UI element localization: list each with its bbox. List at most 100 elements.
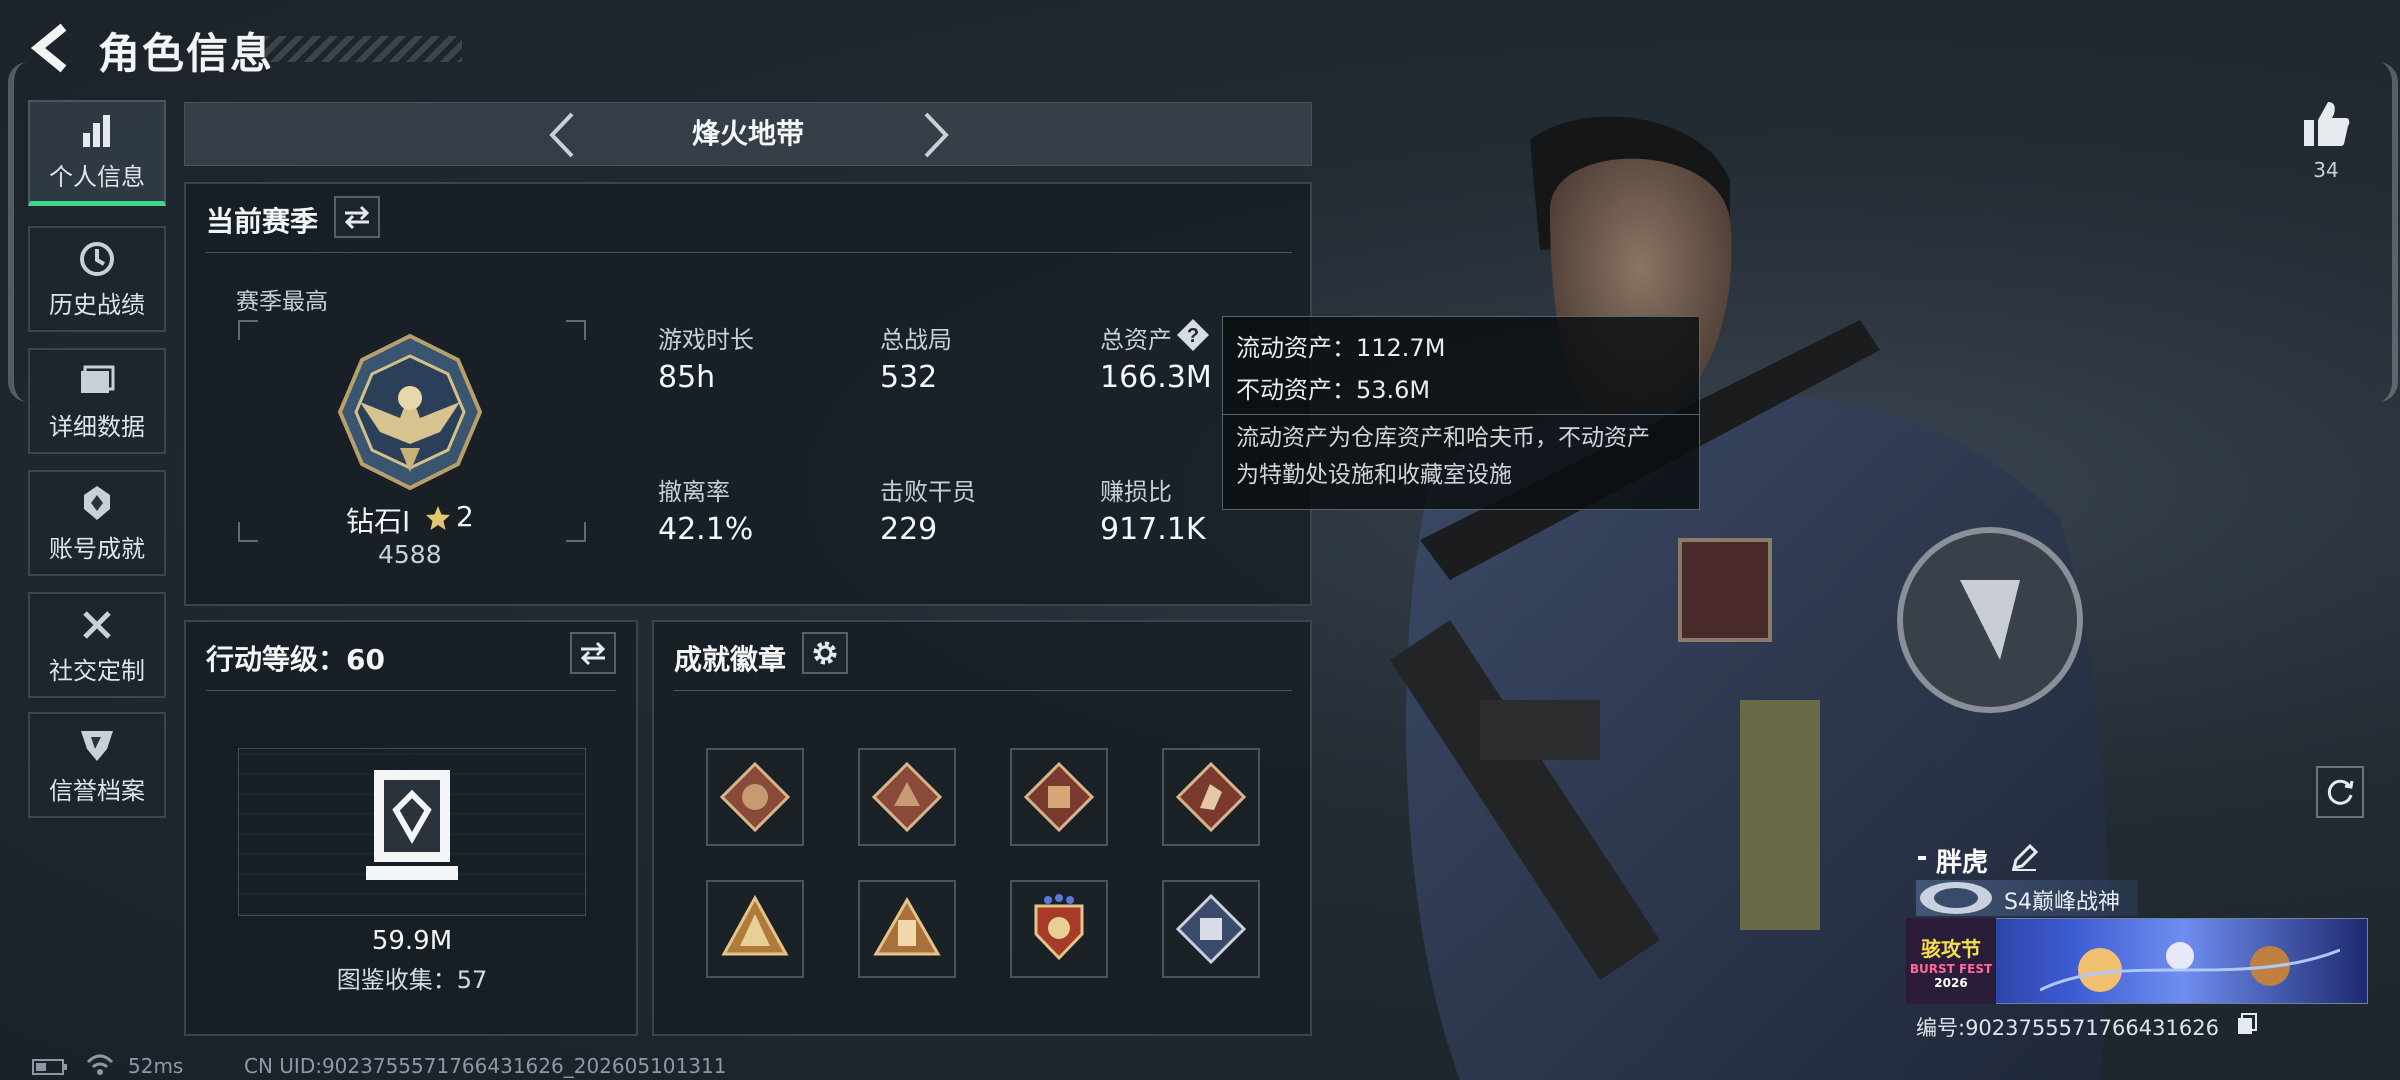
swap-icon [344, 205, 370, 229]
rank-title: S4巅峰战神 [2004, 890, 2120, 915]
badge-slot[interactable] [858, 748, 956, 846]
like-count: 34 [2313, 158, 2339, 182]
hand-badge-icon [873, 896, 941, 956]
stat-label-matches: 总战局 [880, 326, 952, 354]
asset-help-button[interactable]: ? [1176, 318, 1210, 352]
beast-badge-icon [1024, 762, 1094, 832]
star-icon [426, 506, 450, 530]
stat-label-playtime: 游戏时长 [658, 326, 754, 354]
stat-value-extract-rate: 42.1% [658, 512, 754, 547]
chevron-left-icon [549, 112, 574, 158]
season-title: 当前赛季 [206, 205, 319, 238]
refresh-button[interactable] [2316, 766, 2364, 818]
card-logo-sub: BURST FEST [1909, 961, 1993, 976]
collection-count: 图鉴收集：57 [336, 966, 488, 994]
burst-fest-logo: 骇攻节 BURST FEST 2026 [1906, 918, 1996, 1004]
collection-value: 59.9M [371, 926, 453, 956]
season-switch-button[interactable] [334, 196, 380, 238]
mode-title: 烽火地带 [691, 117, 804, 150]
divider [1222, 414, 1700, 415]
badge-slot[interactable] [706, 748, 804, 846]
bar-chart-icon [83, 115, 110, 147]
card-logo-year: 2026 [1934, 975, 1968, 990]
sidebar-item-personal-info[interactable]: 个人信息 [28, 100, 166, 206]
folder-icon [81, 365, 115, 393]
frame-corner [238, 522, 258, 542]
sidebar-item-label: 社交定制 [49, 656, 145, 685]
swap-icon [580, 641, 606, 665]
action-level-switch-button[interactable] [570, 632, 616, 674]
chevron-right-icon [924, 112, 949, 158]
sidebar-item-achievements[interactable]: 账号成就 [28, 470, 166, 576]
frame-corner [566, 522, 586, 542]
wolf-badge-icon [720, 762, 790, 832]
badge-slot[interactable] [1162, 748, 1260, 846]
stat-value-playtime: 85h [658, 360, 716, 395]
like-button[interactable] [2300, 98, 2352, 150]
thumbs-up-icon [2304, 102, 2350, 146]
action-level-title: 行动等级：60 [206, 643, 385, 676]
tooltip-liquid-assets: 流动资产：112.7M [1236, 334, 1446, 362]
rank-stars: 2 [456, 500, 474, 533]
tools-wrench-icon [83, 610, 111, 639]
svg-text:?: ? [1187, 325, 1199, 347]
season-best-label: 赛季最高 [236, 289, 328, 315]
tooltip-fixed-assets: 不动资产：53.6M [1236, 376, 1431, 404]
achievement-shield-icon [84, 485, 110, 520]
tooltip-description-2: 为特勤处设施和收藏室设施 [1236, 462, 1512, 488]
frame-corner [566, 320, 586, 340]
mode-next-button[interactable] [916, 108, 956, 162]
badges-settings-button[interactable] [802, 632, 848, 674]
divider [206, 690, 616, 691]
footer-uid: CN UID:9023755571766431626_202605101311 [244, 1054, 727, 1078]
badge-slot[interactable] [1162, 880, 1260, 978]
sidebar-item-social[interactable]: 社交定制 [28, 592, 166, 698]
rank-medal-icon [337, 333, 483, 491]
stat-value-kills: 229 [880, 512, 938, 547]
history-clock-icon [80, 241, 114, 276]
tooltip-description-1: 流动资产为仓库资产和哈夫币，不动资产 [1236, 425, 1650, 451]
badge-slot[interactable] [1010, 748, 1108, 846]
dragon-badge-icon [872, 762, 942, 832]
wifi-icon [86, 1054, 114, 1075]
player-uid: 编号:9023755571766431626 [1916, 1016, 2219, 1040]
stat-value-profit-ratio: 917.1K [1100, 512, 1206, 547]
edit-pencil-icon[interactable] [2010, 844, 2038, 872]
divider [206, 252, 1292, 253]
sidebar-item-credit[interactable]: 信誉档案 [28, 712, 166, 818]
badge-slot[interactable] [706, 880, 804, 978]
right-frame-decoration [2370, 62, 2398, 402]
sidebar-item-label: 信誉档案 [49, 776, 145, 805]
stat-label-kills: 击败干员 [880, 478, 976, 506]
stat-label-profit-ratio: 赚损比 [1100, 478, 1172, 506]
sidebar-item-label: 个人信息 [49, 163, 145, 191]
sidebar-item-details[interactable]: 详细数据 [28, 348, 166, 454]
collection-cabinet-icon [366, 770, 458, 880]
rank-name: 钻石I [346, 505, 411, 538]
refresh-icon [2327, 779, 2354, 805]
peak-rank-emblem-icon [1920, 882, 1992, 914]
copy-icon[interactable] [2236, 1012, 2258, 1036]
badge-slot[interactable] [1010, 880, 1108, 978]
rank-points: 4588 [378, 540, 442, 569]
sidebar-item-label: 历史战绩 [49, 290, 145, 319]
nickname-bullet [1918, 856, 1926, 860]
title-decoration [262, 36, 462, 62]
sidebar-item-history[interactable]: 历史战绩 [28, 226, 166, 332]
frame-corner [238, 320, 258, 340]
cube-badge-icon [1176, 894, 1246, 964]
player-nickname: 胖虎 [1936, 848, 1989, 878]
stat-value-assets: 166.3M [1100, 360, 1212, 395]
stat-value-matches: 532 [880, 360, 938, 395]
crest-badge-icon [1034, 894, 1084, 961]
mode-prev-button[interactable] [542, 108, 582, 162]
sidebar-item-label: 账号成就 [49, 534, 145, 563]
help-diamond-icon: ? [1177, 319, 1209, 351]
sidebar-item-label: 详细数据 [49, 412, 145, 441]
mountain-badge-icon [721, 894, 789, 956]
badges-title: 成就徽章 [674, 643, 787, 676]
badge-slot[interactable] [858, 880, 956, 978]
network-latency: 52ms [128, 1054, 184, 1078]
battery-icon [32, 1059, 67, 1075]
runner-badge-icon [1176, 762, 1246, 832]
